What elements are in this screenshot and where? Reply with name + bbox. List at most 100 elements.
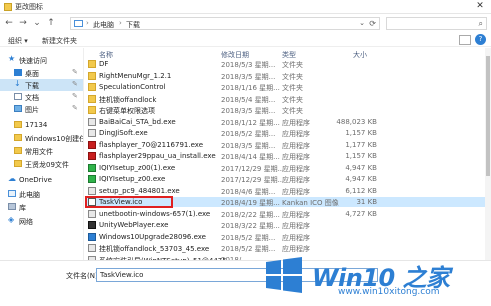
- file-type: 应用程序: [282, 210, 310, 219]
- sidebar-item-label: 库: [19, 204, 26, 212]
- file-name: flashplayer_70@2116791.exe: [99, 140, 204, 149]
- app-icon: [4, 3, 12, 11]
- sidebar-item[interactable]: 17134: [0, 119, 83, 131]
- help-icon[interactable]: ?: [475, 34, 486, 45]
- file-row[interactable]: setup_pc9_484801.exe 2018/4/6 星期... 应用程序 6,…: [85, 186, 491, 196]
- file-name: IQIYIsetup_z00(1).exe: [99, 163, 176, 172]
- file-date: 2018/5/4 星期...: [221, 95, 276, 104]
- file-name: BaiBaiCai_STA_bd.exe: [99, 117, 176, 126]
- new-folder-button[interactable]: 新建文件夹: [42, 36, 77, 46]
- file-size: 6,112 KB: [345, 186, 377, 195]
- view-options-icon[interactable]: [459, 35, 471, 45]
- sidebar-item[interactable]: 图片 ✎: [0, 103, 83, 115]
- file-row[interactable]: unetbootin-windows-657(1).exe 2018/2/22 星…: [85, 209, 491, 219]
- file-row[interactable]: IQIYIsetup_z00(1).exe 2017/12/29 星期... 应用程…: [85, 163, 491, 173]
- back-button[interactable]: ←: [4, 18, 14, 29]
- file-type: 应用程序: [282, 130, 310, 138]
- sidebar-item-label: 网络: [19, 218, 33, 226]
- file-name: 右键菜单权限选项: [99, 107, 155, 115]
- file-row[interactable]: 挂机锁offandlock 2018/5/4 星期... 文件夹: [85, 94, 491, 104]
- pin-icon: ✎: [72, 92, 78, 100]
- search-input[interactable]: ⌕: [386, 17, 487, 30]
- navigation-pane: ★ 快速访问 桌面 ✎ ↓ 下载 ✎ 文档 ✎ 图片 ✎ 17134 Windows10创建任 常用文件王…: [0, 48, 84, 260]
- file-date: 2018/5/2 星期...: [221, 245, 276, 253]
- address-bar[interactable]: › 此电脑 › 下载 ⌄ ⟳: [70, 17, 380, 30]
- file-type: 应用程序: [282, 187, 310, 196]
- sidebar-item[interactable]: ◈ 网络: [0, 215, 83, 227]
- sidebar-item[interactable]: 文档 ✎: [0, 91, 83, 103]
- file-row[interactable]: flashplayer29ppau_ua_install.exe 2018/4/1…: [85, 151, 491, 161]
- file-size: 4,727 KB: [345, 209, 377, 218]
- file-row[interactable]: SpeculationControl 2018/1/16 星期... 文件夹: [85, 82, 491, 92]
- file-name: 挂机锁offandlock: [99, 95, 157, 104]
- flash-icon: [88, 152, 96, 160]
- sidebar-item-label: 常用文件: [25, 148, 53, 156]
- sidebar-item-label: 王贤龙09文件: [25, 161, 69, 169]
- sidebar-item-label: 图片: [25, 106, 39, 114]
- file-type: 文件夹: [282, 95, 303, 104]
- sidebar-item[interactable]: ↓ 下载 ✎: [0, 79, 83, 91]
- folder-icon: [88, 106, 96, 114]
- sidebar-item[interactable]: Windows10创建任: [0, 132, 84, 144]
- sidebar-item-label: 此电脑: [19, 191, 40, 199]
- iqiyi-icon: [88, 175, 96, 183]
- address-dropdown-icon[interactable]: ⌄: [359, 19, 365, 27]
- file-row[interactable]: IQIYIsetup_z00.exe 2017/12/29 星期... 应用程序 4,…: [85, 174, 491, 184]
- sidebar-item-label: OneDrive: [19, 176, 52, 184]
- flash-icon: [88, 140, 96, 149]
- file-date: 2018/5/3 星期...: [221, 61, 276, 69]
- folder-icon: [14, 160, 22, 167]
- file-type: 应用程序: [282, 141, 310, 150]
- file-row[interactable]: Windows10Upgrade28096.exe 2018/5/2 星期... 应…: [85, 232, 491, 242]
- file-row[interactable]: DingJiSoft.exe 2018/5/2 星期... 应用程序 1,157 KB: [85, 128, 491, 138]
- organize-button[interactable]: 组织 ▾: [8, 36, 28, 46]
- folder-icon: [14, 121, 22, 128]
- file-row[interactable]: DF 2018/5/3 星期... 文件夹: [85, 59, 491, 69]
- sidebar-item[interactable]: 常用文件: [0, 145, 83, 157]
- search-icon: ⌕: [478, 19, 483, 28]
- file-row[interactable]: 挂机锁offandlock_53703_45.exe 2018/5/2 星期...…: [85, 243, 491, 253]
- refresh-icon[interactable]: ⟳: [369, 19, 376, 28]
- up-button[interactable]: ↑: [46, 18, 56, 29]
- file-list: 名称 ^ 修改日期 类型 大小 DF 2018/5/3 星期... 文件夹 Right…: [85, 48, 491, 260]
- recent-locations-dropdown[interactable]: ⌄: [32, 18, 42, 29]
- close-button[interactable]: ✕: [473, 1, 487, 12]
- forward-button[interactable]: →: [18, 18, 28, 29]
- pc-icon: [74, 20, 83, 27]
- pin-icon: ✎: [72, 80, 78, 88]
- sidebar-item[interactable]: 桌面 ✎: [0, 67, 83, 79]
- file-name: Windows10Upgrade28096.exe: [99, 232, 206, 241]
- file-date: 2018/5/2 星期...: [221, 233, 276, 242]
- sidebar-item-label: Windows10创建任: [25, 135, 84, 143]
- file-name: UnityWebPlayer.exe: [99, 221, 169, 229]
- file-row[interactable]: TaskView.ico 2018/4/19 星期... Kankan ICO 图像…: [85, 196, 491, 208]
- file-date: 2018/1/12 星期...: [221, 118, 280, 127]
- folder-icon: [88, 71, 96, 80]
- file-size: 1,157 KB: [345, 152, 377, 160]
- sidebar-item[interactable]: 此电脑: [0, 188, 83, 200]
- file-row[interactable]: 右键菜单权限选项 2018/3/5 星期... 文件夹: [85, 105, 491, 115]
- sidebar-item[interactable]: 王贤龙09文件: [0, 158, 83, 170]
- breadcrumb-this-pc[interactable]: 此电脑: [93, 20, 114, 30]
- scrollbar-thumb[interactable]: [486, 56, 490, 176]
- breadcrumb-downloads[interactable]: 下载: [126, 20, 140, 30]
- vertical-scrollbar[interactable]: [485, 48, 491, 260]
- windows-icon: [88, 232, 96, 241]
- star-icon: ★: [8, 54, 16, 63]
- file-date: 2018/5/2 星期...: [221, 130, 276, 138]
- file-date: 2018/4/14 星期...: [221, 153, 280, 161]
- file-date: 2018/3/22 星期...: [221, 222, 280, 230]
- file-row[interactable]: RightMenuMgr_1.2.1 2018/3/5 星期... 文件夹: [85, 71, 491, 81]
- sidebar-item[interactable]: 库: [0, 201, 83, 213]
- file-row[interactable]: flashplayer_70@2116791.exe 2018/3/5 星期...…: [85, 140, 491, 150]
- file-type: 应用程序: [282, 153, 310, 161]
- file-type: 应用程序: [282, 176, 310, 184]
- logo-pane-top-left: [266, 260, 281, 274]
- sidebar-item-label: 17134: [25, 121, 48, 129]
- file-name: setup_pc9_484801.exe: [99, 186, 180, 195]
- sidebar-item[interactable]: ★ 快速访问: [0, 54, 83, 66]
- sidebar-item[interactable]: ☁ OneDrive: [0, 174, 83, 186]
- document-icon: [14, 93, 22, 100]
- file-row[interactable]: BaiBaiCai_STA_bd.exe 2018/1/12 星期... 应用程序 4…: [85, 117, 491, 127]
- file-row[interactable]: UnityWebPlayer.exe 2018/3/22 星期... 应用程序: [85, 220, 491, 230]
